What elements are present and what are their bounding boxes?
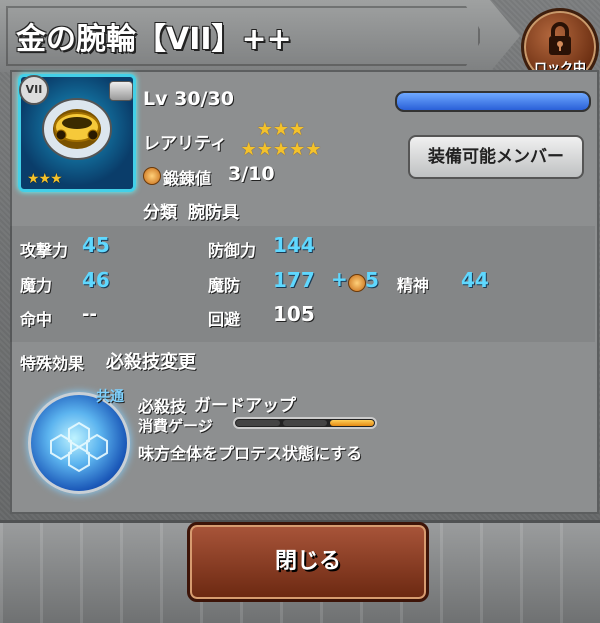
- equippable-members-button[interactable]: 装備可能メンバー: [408, 135, 584, 179]
- refine-value: 3/10: [228, 163, 275, 185]
- special-effect-label: 特殊効果: [20, 354, 85, 373]
- mag-value: 46: [82, 268, 110, 292]
- category-label: 分類: [143, 203, 177, 223]
- eva-value: 105: [273, 302, 315, 326]
- level-text: Lv 30/30: [143, 88, 234, 110]
- mag-label: 魔力: [20, 276, 53, 295]
- mdef-bonus-plus: +: [331, 267, 348, 291]
- item-title: 金の腕輪【VII】++: [16, 22, 292, 57]
- bracelet-icon: [42, 98, 112, 160]
- mdef-bonus-value: 5: [365, 268, 379, 292]
- category-value: 腕防具: [188, 203, 239, 223]
- hexagon-shield-icon: [50, 421, 108, 473]
- gauge-segment: [283, 420, 327, 426]
- coin-icon: [109, 81, 133, 101]
- hammer-bonus-icon: [348, 274, 366, 292]
- spirit-value: 44: [461, 268, 489, 292]
- skill-name-value: ガードアップ: [194, 396, 296, 416]
- mdef-label: 魔防: [208, 276, 241, 295]
- def-label: 防御力: [208, 241, 257, 260]
- special-effect-value: 必殺技変更: [106, 352, 196, 373]
- spirit-label: 精神: [397, 276, 430, 295]
- skill-icon: [28, 392, 130, 494]
- rarity-stars-bottom: ★★★★★: [240, 139, 322, 160]
- acc-label: 命中: [20, 310, 53, 329]
- mdef-value: 177: [273, 268, 315, 292]
- rarity-stars: ★★★ ★★★★★: [236, 120, 326, 160]
- rarity-stars-top: ★★★: [256, 119, 306, 140]
- gauge-segment: [236, 420, 280, 426]
- refine-label: 鍛錬値: [163, 169, 212, 188]
- exp-bar-fill: [397, 93, 589, 110]
- thumb-stars: ★★★: [27, 171, 63, 187]
- skill-gauge: [233, 417, 377, 429]
- skill-tag: 共通: [96, 389, 124, 405]
- eva-label: 回避: [208, 310, 241, 329]
- exp-bar: [395, 91, 591, 112]
- def-value: 144: [273, 233, 315, 257]
- atk-value: 45: [82, 233, 110, 257]
- atk-label: 攻撃力: [20, 241, 69, 260]
- rarity-label: レアリティ: [143, 134, 227, 154]
- lock-icon: [549, 22, 571, 55]
- hammer-icon: [143, 167, 161, 185]
- skill-name-label: 必殺技: [138, 397, 187, 416]
- gauge-segment: [330, 420, 374, 426]
- skill-description: 味方全体をプロテス状態にする: [138, 444, 363, 463]
- gauge-label: 消費ゲージ: [138, 417, 213, 435]
- item-thumbnail[interactable]: VII ★★★: [18, 74, 136, 192]
- acc-value: --: [82, 304, 97, 325]
- close-button[interactable]: 閉じる: [187, 522, 429, 602]
